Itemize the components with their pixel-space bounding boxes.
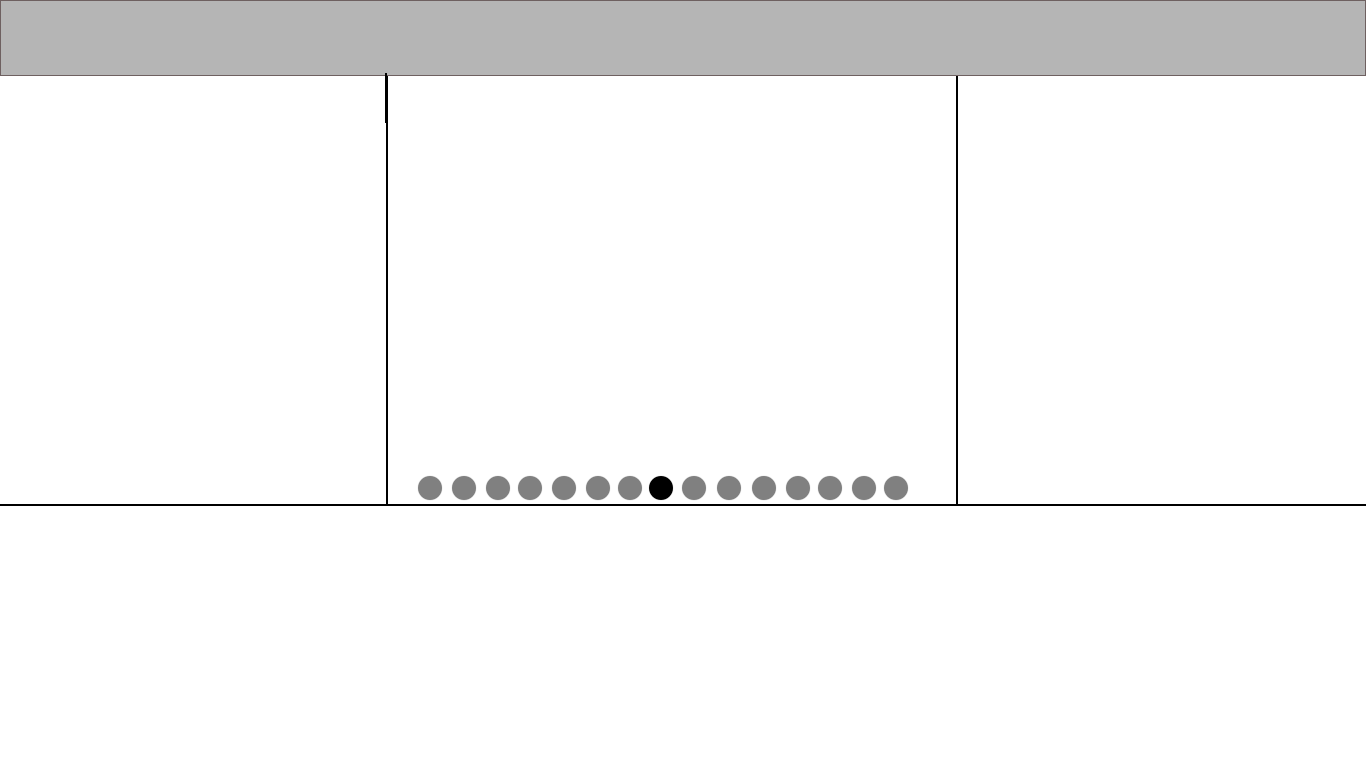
carousel-dot[interactable] xyxy=(486,476,510,500)
carousel-dot[interactable] xyxy=(586,476,610,500)
carousel-dot[interactable] xyxy=(884,476,908,500)
carousel-pagination-dots xyxy=(388,476,956,500)
center-carousel-panel xyxy=(386,76,958,504)
carousel-dot[interactable] xyxy=(452,476,476,500)
carousel-dot[interactable] xyxy=(752,476,776,500)
carousel-dot[interactable] xyxy=(852,476,876,500)
carousel-dot[interactable] xyxy=(418,476,442,500)
carousel-dot[interactable] xyxy=(682,476,706,500)
right-panel xyxy=(958,76,1366,504)
carousel-dot[interactable] xyxy=(818,476,842,500)
carousel-dot[interactable] xyxy=(552,476,576,500)
left-panel xyxy=(0,76,386,504)
page xyxy=(0,0,1366,768)
header-bar xyxy=(0,0,1366,76)
carousel-dot-active[interactable] xyxy=(649,476,673,500)
carousel-dot[interactable] xyxy=(786,476,810,500)
carousel-dot[interactable] xyxy=(717,476,741,500)
content-row xyxy=(0,73,1366,506)
carousel-dot[interactable] xyxy=(618,476,642,500)
carousel-dot[interactable] xyxy=(518,476,542,500)
